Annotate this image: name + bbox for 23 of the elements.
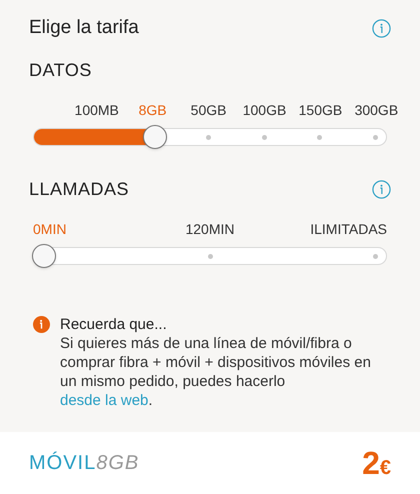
slider-label[interactable]: ILIMITADAS	[310, 218, 387, 240]
section-heading: LLAMADAS	[29, 178, 130, 200]
product-name: MÓVIL	[29, 450, 96, 476]
slider-label[interactable]: 150GB	[298, 100, 342, 120]
slider-label[interactable]: 300GB	[354, 100, 398, 120]
slider-label[interactable]: 100GB	[242, 100, 286, 120]
slider-thumb[interactable]	[32, 244, 56, 268]
notice-text: Si quieres más de una línea de móvil/fibra o comprar fibra + móvil + dispositivos móviles en un mismo pedido, puedes hacerlo desde la web.	[60, 334, 372, 410]
plan-name: 8GB	[96, 451, 140, 476]
slider-label[interactable]: 120MIN	[185, 218, 235, 240]
info-icon[interactable]	[372, 180, 391, 198]
info-icon[interactable]	[372, 18, 391, 38]
price-value: 2	[362, 444, 380, 483]
notice-title: Recuerda que...	[60, 314, 168, 334]
slider-label[interactable]: 100MB	[74, 100, 119, 120]
slider-label[interactable]: 50GB	[190, 100, 226, 120]
currency-symbol: €	[380, 456, 391, 481]
page-title: Elige la tarifa	[29, 16, 139, 40]
slider-thumb[interactable]	[143, 124, 168, 148]
slider[interactable]	[31, 124, 389, 150]
section-heading: DATOS	[29, 58, 92, 82]
info-icon	[33, 316, 50, 332]
slider[interactable]	[31, 242, 389, 268]
